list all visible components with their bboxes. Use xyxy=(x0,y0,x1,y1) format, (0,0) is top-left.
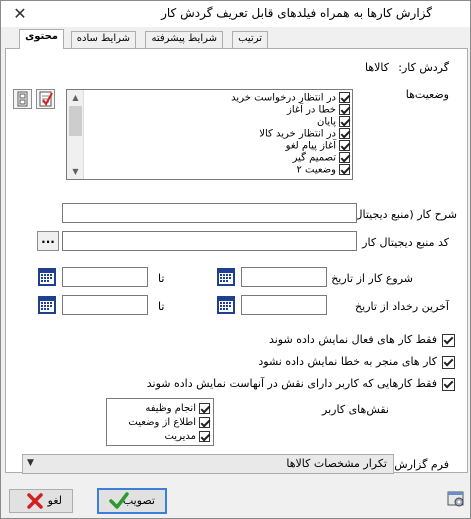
start-date-label: شروع کار از تاریخ xyxy=(331,272,413,285)
chevron-down-icon[interactable]: ▼ xyxy=(27,458,34,468)
scroll-thumb[interactable] xyxy=(69,106,82,136)
workflow-label: گردش کار: xyxy=(398,61,449,74)
browse-button[interactable]: ... xyxy=(37,231,59,251)
tab-strip: محتوی شرایط ساده شرایط پیشرفته ترتیب xyxy=(9,29,464,49)
last-event-from-field[interactable] xyxy=(241,295,327,315)
statuses-list[interactable]: ▲ ▼ در انتظار درخواست خرید خطا در آغاز پ… xyxy=(66,89,353,180)
check-all-button[interactable] xyxy=(36,89,55,109)
start-date-to-field[interactable] xyxy=(62,267,148,287)
window-title: گزارش کارها به همراه فیلدهای قابل تعریف … xyxy=(161,6,432,20)
list-item[interactable]: مدیریت xyxy=(164,430,210,443)
start-to-calendar-button[interactable] xyxy=(37,267,57,287)
uncheck-all-button[interactable] xyxy=(13,89,32,109)
last-event-label: آخرین رخداد از تاریخ xyxy=(355,300,449,313)
list-item[interactable]: پایان xyxy=(317,116,350,128)
statuses-label: وضعیت‌ها xyxy=(405,88,449,101)
settings-icon xyxy=(447,491,464,507)
checkbox[interactable] xyxy=(339,140,350,151)
list-item[interactable]: در انتظار خرید کالا xyxy=(259,128,350,140)
list-item[interactable]: خطا در آغاز xyxy=(287,104,350,116)
to-label: تا xyxy=(158,300,165,313)
list-item[interactable]: وضعیت ۲ xyxy=(296,164,350,176)
scroll-down-icon[interactable]: ▼ xyxy=(67,164,84,179)
active-only-option[interactable]: فقط کار های فعال نمایش داده شوند xyxy=(269,333,455,349)
approve-button[interactable]: تصویب xyxy=(97,488,167,514)
description-label: شرح کار (منبع دیجیتال) xyxy=(350,208,457,221)
checkbox[interactable] xyxy=(339,152,350,163)
dialog-window: ✕ گزارش کارها به همراه فیلدهای قابل تعری… xyxy=(0,0,471,519)
checkbox[interactable] xyxy=(339,116,350,127)
report-form-select[interactable]: تکرار مشخصات کالاها ▼ xyxy=(22,454,394,474)
list-item[interactable]: در انتظار درخواست خرید xyxy=(231,92,350,104)
checkbox[interactable] xyxy=(199,416,210,428)
list-item[interactable]: انجام وظیفه xyxy=(145,402,210,415)
red-x-icon xyxy=(27,493,43,509)
scroll-up-icon[interactable]: ▲ xyxy=(67,90,84,105)
close-icon[interactable]: ✕ xyxy=(11,5,29,23)
start-from-calendar-button[interactable] xyxy=(216,267,236,287)
tab-simple-conditions[interactable]: شرایط ساده xyxy=(70,31,136,48)
calendar-icon xyxy=(217,268,235,286)
checkbox[interactable] xyxy=(339,128,350,139)
checkbox[interactable] xyxy=(339,92,350,103)
statuses-scrollbar[interactable]: ▲ ▼ xyxy=(67,90,84,179)
list-item[interactable]: تصمیم گیر xyxy=(293,152,350,164)
roles-list[interactable]: انجام وظیفه اطلاع از وضعیت مدیریت xyxy=(106,398,214,446)
settings-button[interactable] xyxy=(446,489,466,509)
uncheck-all-icon xyxy=(17,91,28,107)
checkbox[interactable] xyxy=(442,333,455,347)
start-date-from-field[interactable] xyxy=(241,267,327,287)
list-item[interactable]: اطلاع از وضعیت xyxy=(128,416,210,429)
calendar-icon xyxy=(217,296,235,314)
tab-content[interactable]: محتوی xyxy=(19,29,64,49)
checkbox[interactable] xyxy=(199,402,210,414)
content-panel: گردش کار: کالاها وضعیت‌ها ▲ ▼ در انتظار … xyxy=(5,48,468,474)
code-field[interactable] xyxy=(62,231,357,251)
tab-advanced-conditions[interactable]: شرایط پیشرفته xyxy=(145,31,223,48)
last-to-calendar-button[interactable] xyxy=(37,295,57,315)
to-label: تا xyxy=(158,272,165,285)
checkbox[interactable] xyxy=(199,430,210,442)
last-from-calendar-button[interactable] xyxy=(216,295,236,315)
last-event-to-field[interactable] xyxy=(62,295,148,315)
cancel-button[interactable]: لغو xyxy=(9,489,73,513)
checkbox[interactable] xyxy=(339,164,350,175)
code-label: کد منبع دیجیتال کار xyxy=(362,236,449,249)
calendar-icon xyxy=(38,268,56,286)
checkbox[interactable] xyxy=(442,377,455,391)
checkbox[interactable] xyxy=(339,104,350,115)
user-role-option[interactable]: فقط کارهایی که کاربر دارای نقش در آنهاست… xyxy=(147,377,455,393)
calendar-icon xyxy=(38,296,56,314)
list-item[interactable]: آغاز پیام لغو xyxy=(286,140,350,152)
checkbox[interactable] xyxy=(442,355,455,369)
check-all-icon xyxy=(39,91,53,107)
report-form-label: فرم گزارش xyxy=(394,458,449,471)
roles-label: نقش‌های کاربر xyxy=(322,403,389,416)
tab-order[interactable]: ترتیب xyxy=(232,31,268,48)
green-check-icon xyxy=(109,492,129,509)
hide-errors-option[interactable]: کار های منجر به خطا نمایش داده نشود xyxy=(258,355,455,371)
description-field[interactable] xyxy=(62,203,357,223)
workflow-value: کالاها xyxy=(364,61,389,74)
title-bar: ✕ گزارش کارها به همراه فیلدهای قابل تعری… xyxy=(1,1,470,27)
